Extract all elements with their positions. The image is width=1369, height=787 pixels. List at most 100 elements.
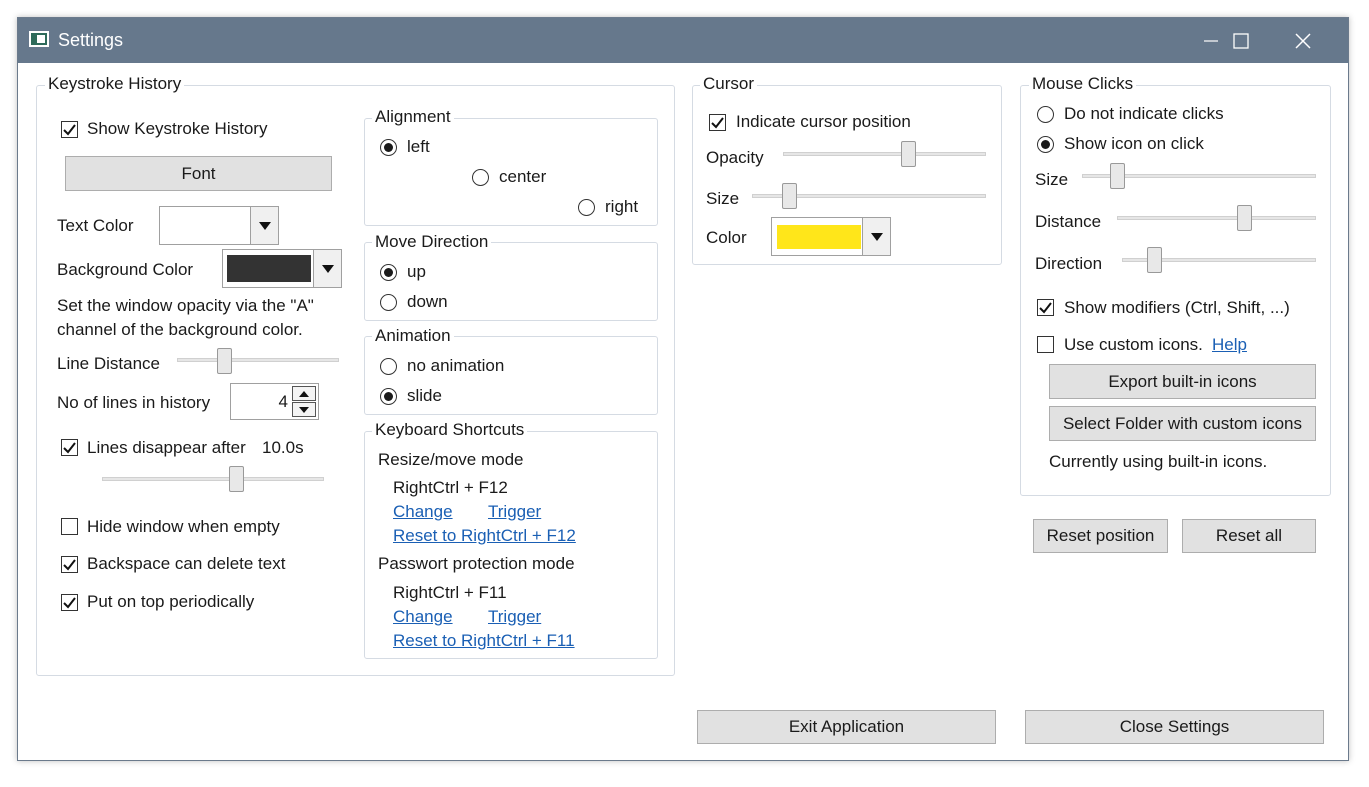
no-click-indicate-label[interactable]: Do not indicate clicks — [1064, 104, 1224, 124]
cursor-size-label: Size — [706, 189, 740, 208]
opacity-note-line1: Set the window opacity via the "A" — [57, 296, 314, 315]
show-modifiers-checkbox[interactable] — [1037, 299, 1054, 316]
cursor-opacity-slider-thumb[interactable] — [901, 141, 916, 167]
help-link[interactable]: Help — [1212, 335, 1247, 355]
on-top-checkbox[interactable] — [61, 594, 78, 611]
click-size-label: Size — [1035, 170, 1069, 189]
no-animation-radio[interactable] — [380, 358, 397, 375]
cursor-color-label: Color — [706, 228, 747, 247]
background-color-swatch — [227, 255, 311, 282]
move-down-label[interactable]: down — [407, 292, 448, 312]
dropdown-button[interactable] — [250, 207, 278, 244]
custom-icons-checkbox[interactable] — [1037, 336, 1054, 353]
indicate-cursor-label[interactable]: Indicate cursor position — [736, 112, 911, 132]
chevron-down-icon — [258, 221, 271, 230]
checkmark-icon — [63, 124, 76, 136]
line-distance-slider-thumb[interactable] — [217, 348, 232, 374]
maximize-icon — [1233, 32, 1249, 49]
dropdown-button[interactable] — [862, 218, 890, 255]
move-down-radio[interactable] — [380, 294, 397, 311]
line-distance-label: Line Distance — [57, 354, 161, 373]
exit-application-button[interactable]: Exit Application — [697, 710, 996, 744]
animation-legend: Animation — [372, 326, 454, 346]
slide-label[interactable]: slide — [407, 386, 442, 406]
show-history-checkbox[interactable] — [61, 121, 78, 138]
click-size-slider-thumb[interactable] — [1110, 163, 1125, 189]
text-color-picker[interactable] — [159, 206, 279, 245]
click-direction-slider-thumb[interactable] — [1147, 247, 1162, 273]
move-direction-legend: Move Direction — [372, 232, 492, 252]
lines-disappear-checkbox[interactable] — [61, 439, 78, 456]
checkmark-icon — [711, 117, 724, 129]
password-trigger-link[interactable]: Trigger — [488, 607, 541, 627]
keystroke-history-legend: Keystroke History — [45, 74, 185, 94]
close-icon — [1295, 32, 1311, 49]
lines-disappear-label[interactable]: Lines disappear after — [87, 438, 246, 458]
password-reset-link[interactable]: Reset to RightCtrl + F11 — [393, 631, 575, 651]
on-top-label[interactable]: Put on top periodically — [87, 592, 254, 612]
select-folder-button[interactable]: Select Folder with custom icons — [1049, 406, 1316, 441]
background-color-label: Background Color — [57, 260, 194, 279]
cursor-size-slider-thumb[interactable] — [782, 183, 797, 209]
stepper-up-button[interactable] — [292, 386, 316, 401]
hide-window-label[interactable]: Hide window when empty — [87, 517, 280, 537]
text-color-swatch — [164, 211, 248, 240]
alignment-left-label[interactable]: left — [407, 137, 430, 157]
backspace-label[interactable]: Backspace can delete text — [87, 554, 285, 574]
alignment-right-label[interactable]: right — [605, 197, 638, 217]
backspace-checkbox[interactable] — [61, 556, 78, 573]
reset-all-button[interactable]: Reset all — [1182, 519, 1316, 553]
password-mode-title: Passwort protection mode — [378, 554, 575, 573]
resize-trigger-link[interactable]: Trigger — [488, 502, 541, 522]
dropdown-button[interactable] — [313, 250, 341, 287]
title-bar[interactable]: Settings — [18, 18, 1348, 63]
close-button[interactable] — [1273, 18, 1333, 63]
custom-icons-label[interactable]: Use custom icons. — [1064, 335, 1203, 355]
click-direction-label: Direction — [1035, 254, 1103, 273]
lines-in-history-stepper[interactable]: 4 — [230, 383, 319, 420]
no-animation-label[interactable]: no animation — [407, 356, 504, 376]
cursor-opacity-slider[interactable] — [783, 152, 986, 156]
lines-disappear-slider-thumb[interactable] — [229, 466, 244, 492]
password-change-link[interactable]: Change — [393, 607, 453, 627]
cursor-color-picker[interactable] — [771, 217, 891, 256]
checkmark-icon — [63, 597, 76, 609]
no-click-indicate-radio[interactable] — [1037, 106, 1054, 123]
text-color-label: Text Color — [57, 216, 134, 235]
cursor-opacity-label: Opacity — [706, 148, 764, 167]
click-distance-slider[interactable] — [1117, 216, 1316, 220]
keyboard-shortcuts-legend: Keyboard Shortcuts — [372, 420, 528, 440]
resize-reset-link[interactable]: Reset to RightCtrl + F12 — [393, 526, 576, 546]
maximize-button[interactable] — [1211, 18, 1271, 63]
resize-change-link[interactable]: Change — [393, 502, 453, 522]
alignment-left-radio[interactable] — [380, 139, 397, 156]
alignment-right-radio[interactable] — [578, 199, 595, 216]
window-title: Settings — [58, 30, 124, 50]
font-button[interactable]: Font — [65, 156, 332, 191]
lines-disappear-slider[interactable] — [102, 477, 324, 481]
alignment-center-radio[interactable] — [472, 169, 489, 186]
move-up-label[interactable]: up — [407, 262, 426, 282]
background-color-picker[interactable] — [222, 249, 342, 288]
show-modifiers-label[interactable]: Show modifiers (Ctrl, Shift, ...) — [1064, 298, 1290, 318]
export-icons-button[interactable]: Export built-in icons — [1049, 364, 1316, 399]
move-up-radio[interactable] — [380, 264, 397, 281]
slide-radio[interactable] — [380, 388, 397, 405]
cursor-color-swatch — [777, 225, 861, 249]
hide-window-checkbox[interactable] — [61, 518, 78, 535]
chevron-down-icon — [299, 406, 309, 413]
close-settings-button[interactable]: Close Settings — [1025, 710, 1324, 744]
icons-status: Currently using built-in icons. — [1049, 452, 1268, 471]
checkmark-icon — [1039, 302, 1052, 314]
show-icon-on-click-radio[interactable] — [1037, 136, 1054, 153]
lines-in-history-value[interactable]: 4 — [279, 392, 288, 412]
click-distance-slider-thumb[interactable] — [1237, 205, 1252, 231]
reset-position-button[interactable]: Reset position — [1033, 519, 1168, 553]
show-history-label[interactable]: Show Keystroke History — [87, 119, 267, 139]
show-icon-on-click-label[interactable]: Show icon on click — [1064, 134, 1204, 154]
indicate-cursor-checkbox[interactable] — [709, 114, 726, 131]
stepper-down-button[interactable] — [292, 402, 316, 417]
alignment-center-label[interactable]: center — [499, 167, 546, 187]
line-distance-slider[interactable] — [177, 358, 339, 362]
app-icon — [29, 31, 49, 47]
